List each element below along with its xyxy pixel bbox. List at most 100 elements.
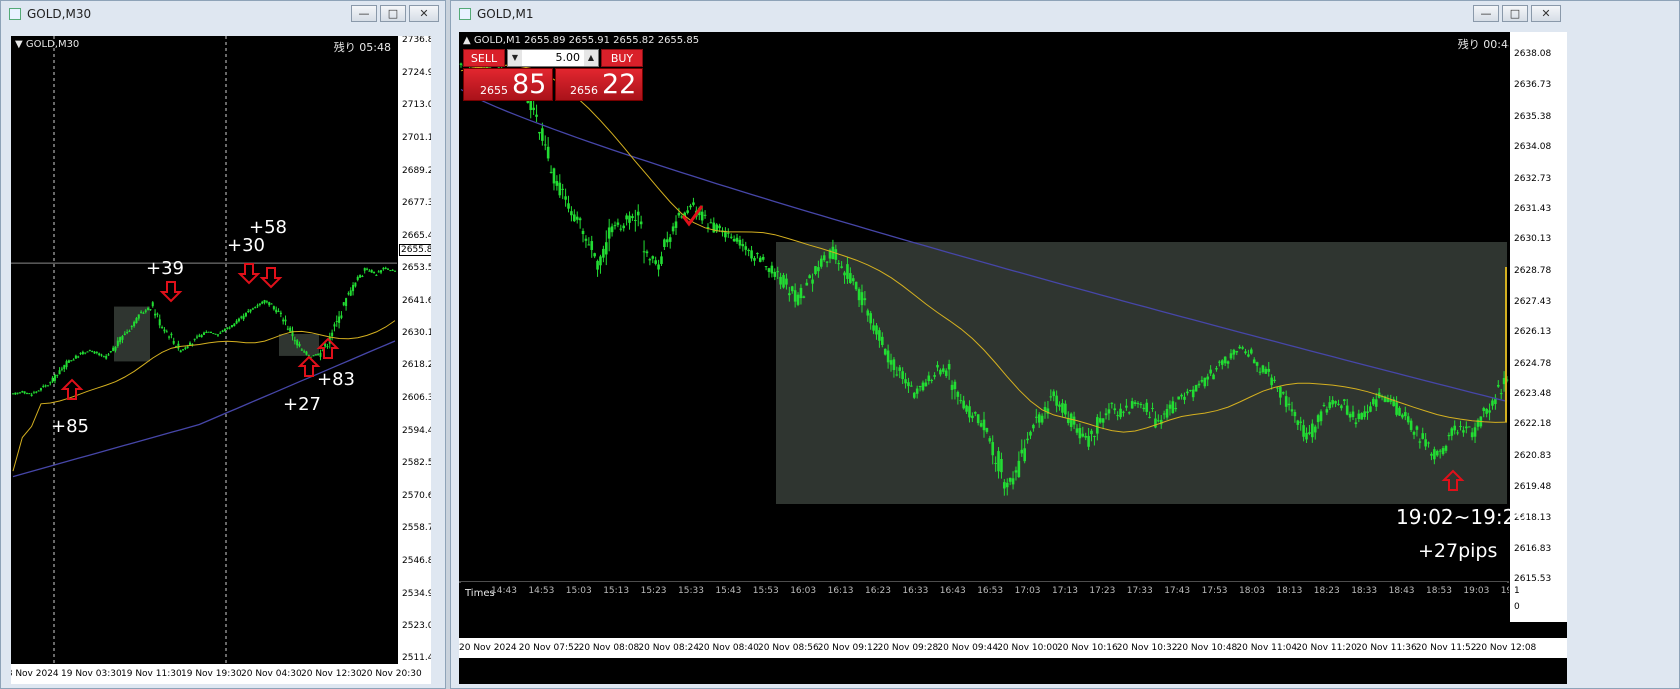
price-axis[interactable]: 2638.08 2636.73 2635.38 2634.08 2632.73 2631.…	[1509, 32, 1567, 622]
sell-price-button[interactable]: 2655 85	[463, 68, 553, 101]
candle-body	[1037, 414, 1041, 423]
candle-body	[67, 360, 70, 363]
minimize-button[interactable]: —	[351, 5, 377, 22]
candle-body	[233, 323, 236, 327]
price-tick-label: 2713.06	[402, 100, 431, 111]
candle-body	[1252, 359, 1256, 364]
candle-body	[668, 237, 672, 242]
title-bar[interactable]: GOLD,M30 — □ ✕	[1, 1, 445, 27]
candle-body	[1165, 408, 1169, 418]
candle-body	[985, 427, 989, 432]
candle-body	[604, 242, 608, 255]
candle-body	[1462, 430, 1465, 433]
maximize-button[interactable]: □	[1502, 5, 1528, 22]
candle-body	[1331, 400, 1334, 405]
price-tick-label: 2636.73	[1514, 80, 1552, 91]
price-axis[interactable]: 2736.86 2724.96 2713.06 2701.16 2689.26 2677.…	[397, 36, 431, 664]
title-bar[interactable]: GOLD,M1 — □ ✕	[451, 1, 1679, 27]
price-tick-label: 2627.43	[1514, 296, 1552, 307]
candle-body	[532, 107, 535, 111]
candle-body	[147, 307, 150, 310]
candle-body	[689, 205, 692, 208]
minimize-button[interactable]: —	[1473, 5, 1499, 22]
candle-body	[1023, 448, 1026, 462]
candle-body	[1229, 353, 1233, 359]
candle-body	[898, 367, 902, 371]
candle-body	[363, 268, 366, 271]
candle-body	[1098, 418, 1102, 423]
candle-body	[1345, 405, 1349, 415]
candle-body	[1415, 426, 1419, 430]
candle-body	[1360, 413, 1364, 420]
candle-body	[1296, 420, 1300, 425]
candle-body	[738, 239, 742, 246]
times-indicator-pane[interactable]: 14:43 14:53 15:03 15:13 15:23 15:33 15:43 15:53…	[461, 582, 1527, 610]
candle-body	[1337, 403, 1340, 405]
current-price-marker: 2655.85	[399, 244, 431, 256]
candle-body	[825, 261, 829, 263]
candle-body	[761, 256, 765, 260]
candle-body	[802, 296, 806, 298]
candle-body	[1244, 351, 1247, 354]
lot-decrease-icon[interactable]: ▼	[508, 50, 522, 66]
candle-body	[1456, 432, 1459, 434]
price-chart[interactable]: ▼ GOLD,M30 残り 05:48 2736.86 2724.96 2713.0…	[11, 36, 431, 684]
time-tick-label: 19 Nov 11:30	[121, 669, 182, 679]
lot-size-value[interactable]: 5.00	[524, 50, 582, 66]
candle-body	[663, 239, 666, 247]
candle-body	[587, 244, 591, 246]
candle-body	[102, 356, 105, 358]
candle-body	[126, 332, 129, 334]
candle-body	[1305, 432, 1308, 440]
candle-body	[265, 301, 268, 303]
candle-body	[1061, 403, 1064, 413]
sell-arrow-icon	[237, 263, 261, 285]
candle-body	[1374, 399, 1378, 407]
candle-body	[854, 281, 858, 290]
times-tick-label: 17:43	[1164, 586, 1191, 596]
candle-body	[1055, 395, 1058, 406]
close-button[interactable]: ✕	[1531, 5, 1561, 22]
price-tick-label: 2638.08	[1514, 49, 1552, 59]
candle-body	[814, 266, 817, 274]
candle-body	[1194, 385, 1198, 392]
lot-size-field[interactable]: ▼ 5.00 ▲	[507, 49, 599, 67]
candle-body	[1261, 365, 1265, 373]
chart-window-gold-m30[interactable]: GOLD,M30 — □ ✕ ▼ GOLD,M30 残り 05:48 2736.…	[0, 0, 446, 689]
candle-body	[857, 289, 861, 301]
candle-body	[654, 260, 657, 264]
candle-body	[619, 228, 623, 230]
candle-body	[81, 351, 84, 354]
buy-button[interactable]: BUY	[601, 49, 643, 67]
candle-body	[915, 388, 919, 394]
lot-increase-icon[interactable]: ▲	[584, 50, 598, 66]
pips-annotation: +27pips	[1418, 540, 1498, 562]
candle-body	[1081, 433, 1085, 437]
maximize-button[interactable]: □	[380, 5, 406, 22]
candle-body	[1008, 477, 1012, 482]
candle-body	[1247, 354, 1250, 357]
close-button[interactable]: ✕	[409, 5, 439, 22]
candle-body	[1398, 407, 1401, 416]
time-axis[interactable]: 18 Nov 202419 Nov 03:3019 Nov 11:3019 No…	[11, 664, 431, 684]
candle-body	[349, 290, 352, 296]
candle-body	[869, 313, 872, 324]
candle-body	[735, 237, 739, 242]
times-tick-label: 16:03	[790, 586, 817, 596]
time-axis[interactable]: 20 Nov 2024 20 Nov 07:52 20 Nov 08:08 20 No…	[459, 612, 1567, 684]
candle-body	[788, 293, 791, 296]
candle-body	[1069, 413, 1073, 427]
candle-body	[200, 335, 203, 338]
chart-window-gold-m1[interactable]: GOLD,M1 — □ ✕ ▲ GOLD,M1 2655.89 2655.91 …	[450, 0, 1680, 689]
candle-body	[1438, 450, 1442, 452]
candle-body	[1395, 402, 1398, 415]
sell-button[interactable]: SELL	[463, 49, 505, 67]
candle-body	[927, 375, 931, 382]
buy-price-button[interactable]: 2656 22	[555, 68, 643, 101]
candle-body	[1496, 384, 1500, 387]
candle-body	[168, 336, 171, 338]
candle-body	[25, 393, 28, 395]
time-tick-label: 20 Nov 11:20	[1296, 643, 1357, 653]
candle-body	[1412, 431, 1416, 435]
price-chart[interactable]: ▲ GOLD,M1 2655.89 2655.91 2655.82 2655.8…	[459, 32, 1567, 684]
